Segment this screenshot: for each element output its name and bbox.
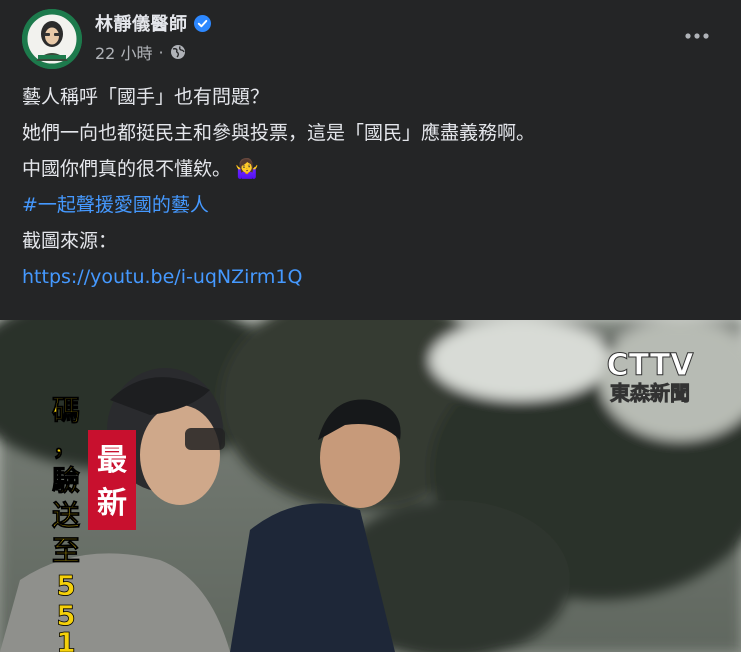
- post-timestamp[interactable]: 22 小時: [95, 40, 152, 64]
- svg-text:碼: 碼: [52, 394, 80, 427]
- svg-text:送: 送: [52, 499, 80, 532]
- youtube-link[interactable]: https://youtu.be/i-uqNZirm1Q: [22, 266, 302, 290]
- svg-text:CTTV: CTTV: [607, 348, 695, 383]
- svg-text:，: ，: [52, 429, 80, 462]
- author-name-row: 林靜儀醫師: [95, 10, 211, 36]
- verified-badge-icon: [193, 14, 211, 32]
- svg-text:1: 1: [56, 626, 75, 652]
- post-line-3: 中國你們真的很不懂欸。 🤷‍♀️: [22, 152, 722, 188]
- author-name[interactable]: 林靜儀醫師: [95, 10, 188, 36]
- hashtag-link[interactable]: #一起聲援愛國的藝人: [22, 194, 209, 218]
- post-line-3-text: 中國你們真的很不懂欸。: [22, 158, 232, 181]
- post-media-image[interactable]: 最 新 碼 ， 驗 送 至 5 5 1 CTTV 東森新聞: [0, 320, 741, 652]
- post-line-2: 她們一向也都挺民主和參與投票，這是「國民」應盡義務啊。: [22, 122, 536, 145]
- news-video-frame: 最 新 碼 ， 驗 送 至 5 5 1 CTTV 東森新聞: [0, 320, 741, 652]
- post-meta: 22 小時 ·: [95, 40, 186, 64]
- svg-text:5: 5: [56, 569, 75, 602]
- more-options-icon[interactable]: [683, 26, 711, 46]
- meta-separator: ·: [158, 42, 164, 62]
- avatar-photo: [22, 9, 82, 69]
- breaking-badge-line2: 新: [97, 486, 127, 521]
- post-line-1: 藝人稱呼「國手」也有問題？: [22, 86, 270, 109]
- breaking-badge-line1: 最: [97, 443, 127, 478]
- post-hashtag-line: #一起聲援愛國的藝人: [22, 188, 722, 224]
- station-logo: CTTV 東森新聞: [606, 348, 695, 406]
- svg-text:至: 至: [52, 534, 80, 567]
- author-avatar[interactable]: [22, 9, 82, 69]
- post-header: 林靜儀醫師 22 小時 ·: [0, 0, 741, 72]
- post-source-label: 截圖來源：: [22, 230, 118, 253]
- svg-text:東森新聞: 東森新聞: [610, 381, 690, 405]
- post-text: 藝人稱呼「國手」也有問題？ 她們一向也都挺民主和參與投票，這是「國民」應盡義務啊…: [22, 80, 722, 296]
- globe-icon[interactable]: [170, 44, 186, 60]
- shrug-emoji-icon: 🤷‍♀️: [235, 158, 259, 181]
- svg-text:驗: 驗: [52, 464, 80, 497]
- post-link-line: https://youtu.be/i-uqNZirm1Q: [22, 260, 722, 296]
